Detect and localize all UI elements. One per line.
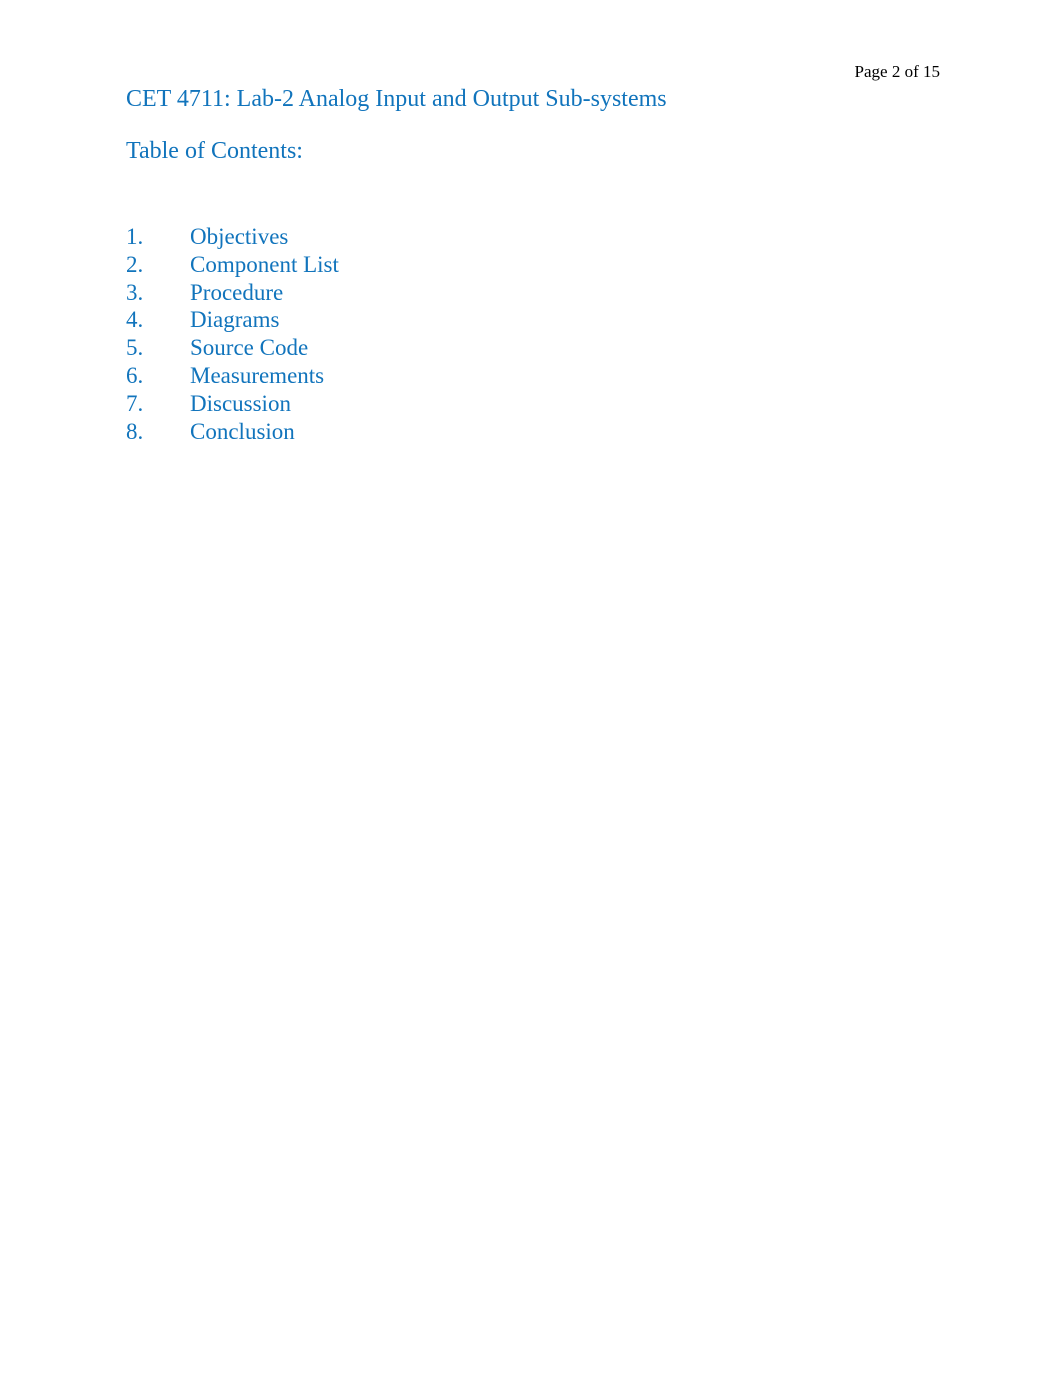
- list-item[interactable]: 7. Discussion: [126, 390, 339, 418]
- list-item-number: 4.: [126, 307, 144, 333]
- document-title: CET 4711: Lab-2 Analog Input and Output …: [126, 86, 667, 112]
- document-page: Page 2 of 15 CET 4711: Lab-2 Analog Inpu…: [0, 0, 1062, 1376]
- list-item[interactable]: 2. Component List: [126, 251, 339, 279]
- list-item[interactable]: 1. Objectives: [126, 223, 339, 251]
- list-item-number: 6.: [126, 362, 144, 388]
- list-item-label: Diagrams: [190, 307, 280, 333]
- list-item-number: 8.: [126, 418, 144, 444]
- list-item-number: 7.: [126, 390, 144, 416]
- list-item-number: 2.: [126, 251, 144, 277]
- list-item-label: Procedure: [190, 279, 284, 305]
- table-of-contents-heading: Table of Contents:: [126, 138, 303, 164]
- list-item-label: Measurements: [190, 362, 325, 388]
- table-of-contents-list: 1. Objectives 2. Component List 3. Proce…: [126, 223, 339, 445]
- list-item-label: Component List: [190, 251, 339, 277]
- list-item[interactable]: 5. Source Code: [126, 334, 339, 362]
- list-item[interactable]: 3. Procedure: [126, 279, 339, 307]
- list-item-label: Conclusion: [190, 418, 295, 444]
- list-item-label: Source Code: [190, 335, 309, 361]
- page-number-header: Page 2 of 15: [854, 62, 940, 81]
- list-item-number: 1.: [126, 224, 144, 249]
- list-item-number: 3.: [126, 279, 144, 305]
- list-item[interactable]: 6. Measurements: [126, 362, 339, 390]
- list-item-label: Discussion: [190, 390, 291, 416]
- list-item[interactable]: 4. Diagrams: [126, 306, 339, 334]
- list-item[interactable]: 8. Conclusion: [126, 418, 339, 446]
- list-item-number: 5.: [126, 335, 144, 361]
- list-item-label: Objectives: [190, 224, 289, 249]
